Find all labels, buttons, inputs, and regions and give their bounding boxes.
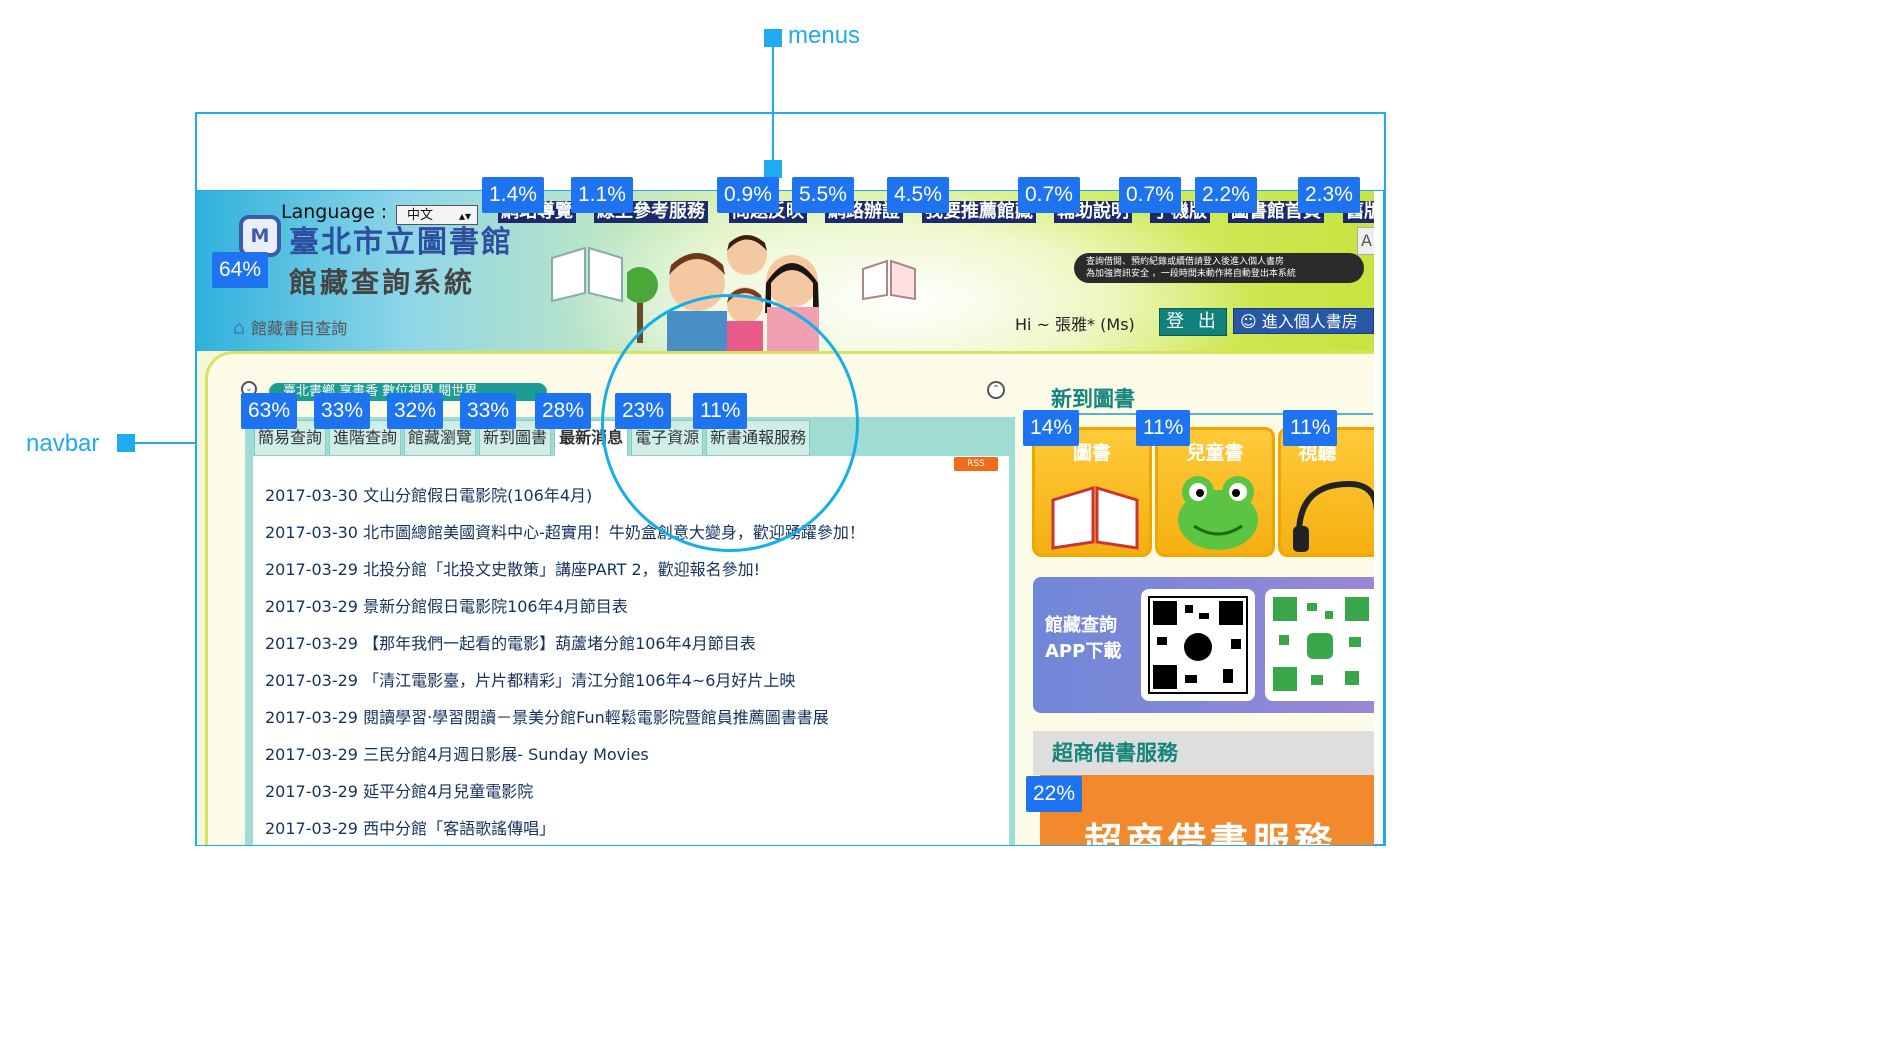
store-borrow-pct: 22% xyxy=(1026,776,1083,812)
menus-annotation-label: menus xyxy=(788,22,861,49)
tab-pct-simple: 63% xyxy=(241,393,298,429)
user-greeting: Hi ~ 張雅* (Ms) xyxy=(1015,315,1135,334)
tab-pct-latest-news: 28% xyxy=(535,393,592,429)
menu-pct-online-card: 5.5% xyxy=(792,177,854,213)
library-title[interactable]: 臺北市立圖書館 xyxy=(289,217,513,261)
news-item-8[interactable]: 2017-03-29 三民分館4月週日影展- Sunday Movies xyxy=(265,741,649,765)
menu-pct-help: 0.7% xyxy=(1018,177,1080,213)
book-illustration-right xyxy=(862,259,916,301)
news-item-4[interactable]: 2017-03-29 景新分館假日電影院106年4月節目表 xyxy=(265,593,628,617)
logo-pct: 64% xyxy=(212,252,269,288)
tab-pct-advanced: 33% xyxy=(314,393,371,429)
breadcrumb-current: 館藏書目查詢 xyxy=(251,319,348,338)
menu-pct-mobile: 0.7% xyxy=(1119,177,1181,213)
news-item-10[interactable]: 2017-03-29 西中分館「客語歌謠傳唱」 xyxy=(265,815,555,839)
app-download-text: 館藏查詢 APP下載 xyxy=(1045,613,1121,665)
menu-pct-old-version: 2.3% xyxy=(1298,177,1360,213)
app-line-2: APP下載 xyxy=(1045,641,1122,662)
personal-room-icon: ☺ xyxy=(1240,312,1257,331)
news-item-3[interactable]: 2017-03-29 北投分館「北投文史散策」講座PART 2，歡迎報名參加! xyxy=(265,556,760,580)
news-item-7[interactable]: 2017-03-29 閱讀學習‧學習閱讀－景美分館Fun輕鬆電影院暨館員推薦圖書… xyxy=(265,704,829,728)
menu-pct-library-home: 2.2% xyxy=(1195,177,1257,213)
system-subtitle: 館藏查詢系統 xyxy=(289,266,476,299)
store-borrow-banner-text: 超商借書服務 xyxy=(1084,820,1337,845)
category-pct-books: 14% xyxy=(1023,410,1080,446)
library-logo-icon[interactable]: M xyxy=(239,215,281,257)
book-illustration-left xyxy=(551,246,623,303)
new-books-title: 新到圖書 xyxy=(1051,387,1135,411)
personal-room-label: 進入個人書房 xyxy=(1261,312,1358,331)
category-children-books[interactable]: 兒童書 xyxy=(1155,427,1275,557)
android-qr-pattern xyxy=(1273,597,1369,691)
category-books[interactable]: 圖書 xyxy=(1032,427,1152,557)
category-pct-audiovisual: 11% xyxy=(1283,410,1338,446)
notice-line-2: 為加強資訊安全 ，一段時間未動作將自動登出本系統 xyxy=(1086,269,1296,279)
ios-qr-code[interactable] xyxy=(1141,589,1255,701)
headphones-icon xyxy=(1293,480,1374,552)
app-line-1: 館藏查詢 xyxy=(1045,615,1117,636)
logo-mark: M xyxy=(250,225,270,247)
home-icon: ⌂ xyxy=(233,317,246,339)
menu-pct-online-reference: 1.1% xyxy=(571,177,633,213)
session-notice: 查詢借閱、預約紀錄或續借請登入後進入個人書房 為加強資訊安全 ，一段時間未動作將… xyxy=(1074,253,1364,283)
android-qr-code[interactable] xyxy=(1265,589,1374,701)
rss-label: RSS xyxy=(967,459,985,469)
store-borrow-banner[interactable]: 超商借書服務 xyxy=(1040,775,1374,845)
ios-qr-pattern xyxy=(1148,596,1248,694)
news-item-1[interactable]: 2017-03-30 文山分館假日電影院(106年4月) xyxy=(265,482,592,506)
navbar-annotation-label: navbar xyxy=(26,430,100,457)
tab-pct-notification: 11% xyxy=(693,393,748,429)
logout-button[interactable]: 登 出 xyxy=(1159,308,1227,336)
menu-pct-site-guide: 1.4% xyxy=(482,177,544,213)
menu-pct-recommend: 4.5% xyxy=(887,177,949,213)
text-size-button[interactable]: A xyxy=(1357,227,1374,255)
tab-pct-new-books: 33% xyxy=(460,393,517,429)
store-borrow-title: 超商借書服務 xyxy=(1052,741,1178,765)
open-book-icon xyxy=(1051,485,1139,550)
collapse-up-icon[interactable]: ⌃ xyxy=(987,381,1005,399)
app-download-panel[interactable]: 館藏查詢 APP下載 xyxy=(1033,577,1374,713)
news-item-9[interactable]: 2017-03-29 延平分館4月兒童電影院 xyxy=(265,778,533,802)
breadcrumb[interactable]: ⌂ 館藏書目查詢 xyxy=(233,315,347,339)
tab-pct-browse: 32% xyxy=(387,393,444,429)
category-audiovisual[interactable]: 視聽 xyxy=(1278,427,1374,557)
rss-feed-button[interactable]: RSS xyxy=(954,457,998,471)
notice-line-1: 查詢借閱、預約紀錄或續借請登入後進入個人書房 xyxy=(1086,257,1285,267)
frog-icon xyxy=(1178,476,1258,550)
news-item-5[interactable]: 2017-03-29 【那年我們一起看的電影】葫蘆堵分館106年4月節目表 xyxy=(265,630,756,654)
tab-pct-e-resources: 23% xyxy=(615,393,672,429)
news-item-6[interactable]: 2017-03-29 「清江電影臺，片片都精彩」清江分館106年4~6月好片上映 xyxy=(265,667,795,691)
menu-pct-feedback: 0.9% xyxy=(717,177,779,213)
category-pct-children: 11% xyxy=(1136,410,1191,446)
personal-room-button[interactable]: ☺ 進入個人書房 xyxy=(1233,308,1374,334)
